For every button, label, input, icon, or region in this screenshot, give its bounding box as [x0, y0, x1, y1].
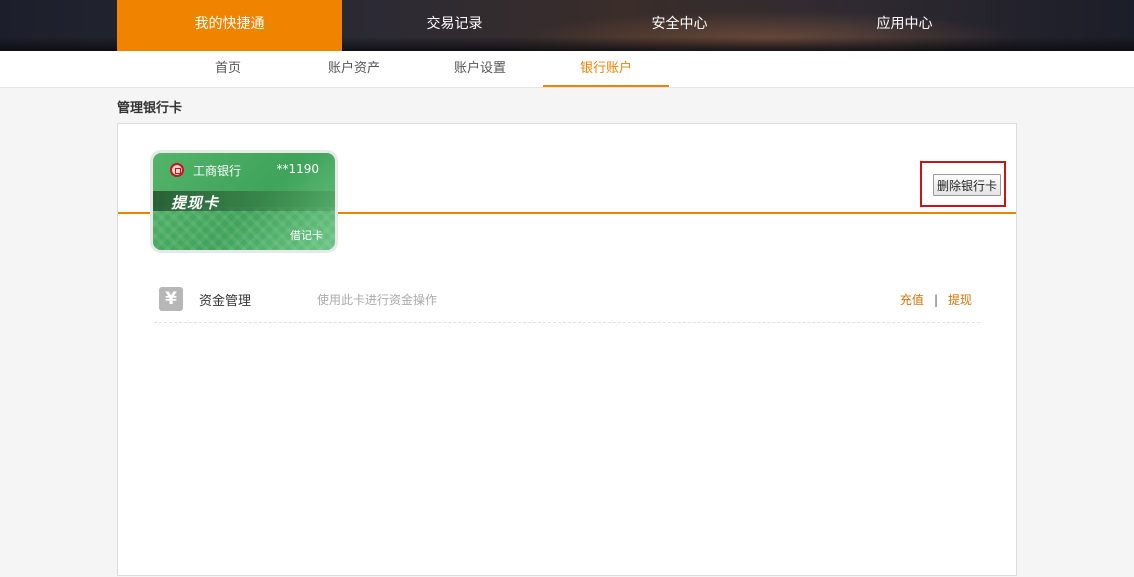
top-nav-security[interactable]: 安全中心: [567, 0, 792, 51]
bank-card-panel: 工商银行 **1190 提现卡 借记卡 删除银行卡 ¥ 资金管理 使用此卡进行资…: [117, 123, 1017, 576]
delete-card-button[interactable]: 删除银行卡: [933, 174, 1002, 196]
top-nav: 我的快捷通 交易记录 安全中心 应用中心: [117, 0, 1017, 51]
card-number: **1190: [276, 162, 319, 176]
card-kind-label: 借记卡: [290, 229, 323, 242]
card-bank-name: 工商银行: [193, 164, 242, 178]
recharge-link[interactable]: 充值: [900, 293, 924, 307]
sub-nav-tabs: 首页 账户资产 账户设置 银行账户: [165, 51, 669, 87]
top-nav-transactions[interactable]: 交易记录: [342, 0, 567, 51]
tab-account-assets[interactable]: 账户资产: [291, 51, 417, 87]
fund-management-row: ¥ 资金管理 使用此卡进行资金操作 充值 | 提现: [154, 284, 980, 323]
top-nav-my-kjt[interactable]: 我的快捷通: [117, 0, 342, 51]
fund-actions: 充值 | 提现: [900, 291, 972, 308]
page-title: 管理银行卡: [117, 101, 183, 116]
tab-home[interactable]: 首页: [165, 51, 291, 87]
top-nav-apps[interactable]: 应用中心: [792, 0, 1017, 51]
sub-nav: 首页 账户资产 账户设置 银行账户: [0, 51, 1134, 88]
top-banner: 我的快捷通 交易记录 安全中心 应用中心: [0, 0, 1134, 51]
delete-button-highlight: 删除银行卡: [920, 161, 1006, 207]
action-separator: |: [933, 293, 938, 307]
icbc-logo-icon: [170, 163, 184, 177]
withdraw-link[interactable]: 提现: [948, 293, 972, 307]
bank-card[interactable]: 工商银行 **1190 提现卡 借记卡: [153, 153, 335, 250]
yuan-icon: ¥: [159, 287, 183, 311]
fund-management-description: 使用此卡进行资金操作: [317, 293, 438, 307]
tab-account-settings[interactable]: 账户设置: [417, 51, 543, 87]
tab-bank-accounts[interactable]: 银行账户: [543, 51, 669, 87]
card-type-label: 提现卡: [171, 194, 220, 212]
fund-management-title: 资金管理: [199, 294, 252, 309]
